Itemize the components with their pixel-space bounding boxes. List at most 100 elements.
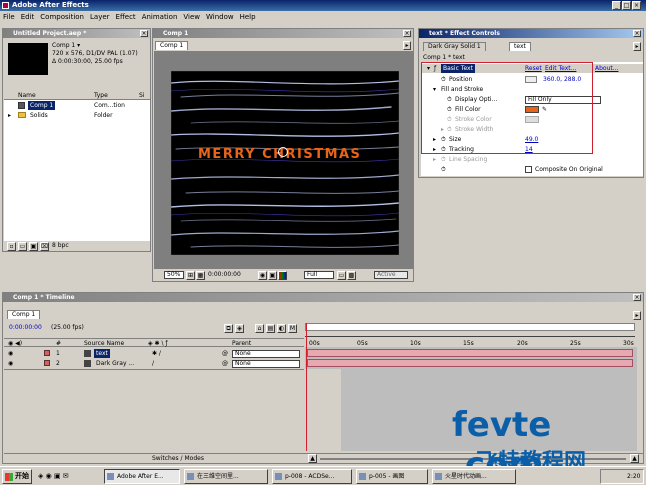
safe-zones-icon[interactable]: ⊞ bbox=[186, 271, 195, 280]
stopwatch-icon: ⏱ bbox=[441, 156, 446, 163]
layer-name[interactable]: Dark Gray ... bbox=[96, 359, 134, 368]
task-paint[interactable]: p-005 - 画图 bbox=[356, 469, 428, 484]
system-tray: 2:20 bbox=[600, 469, 644, 484]
menu-window[interactable]: Window bbox=[206, 11, 234, 23]
timeline-close-button[interactable]: × bbox=[633, 294, 641, 301]
grid-icon[interactable]: ▦ bbox=[196, 271, 205, 280]
task-3d-space[interactable]: 在三维空间里... bbox=[184, 469, 268, 484]
label-color-icon[interactable] bbox=[44, 360, 50, 366]
work-area-bar[interactable] bbox=[305, 323, 635, 331]
list-item[interactable]: Comp 1 Com...tion bbox=[4, 101, 150, 110]
menu-animation[interactable]: Animation bbox=[142, 11, 178, 23]
layer-name[interactable]: text bbox=[94, 349, 110, 358]
effect-controls-close-button[interactable]: × bbox=[633, 30, 641, 37]
new-folder-icon[interactable]: ▭ bbox=[18, 242, 27, 251]
resolution-dropdown[interactable]: Full bbox=[304, 271, 334, 279]
zoom-out-icon[interactable]: ▲ bbox=[308, 454, 317, 463]
parent-dropdown[interactable]: None bbox=[232, 360, 300, 368]
layer-columns-header: ◉ ◀) # Source Name ◈ ✱ \ ƒ Parent bbox=[4, 338, 304, 347]
current-time-indicator[interactable] bbox=[306, 323, 307, 451]
about-link[interactable]: About... bbox=[595, 64, 618, 73]
menu-layer[interactable]: Layer bbox=[90, 11, 110, 23]
snapshot-icon[interactable]: ◉ bbox=[258, 271, 267, 280]
switches-modes-toggle[interactable]: Switches / Modes bbox=[152, 454, 204, 463]
zoom-dropdown[interactable]: 50% bbox=[164, 271, 184, 279]
timeline-menu-arrow-icon[interactable]: ▸ bbox=[633, 311, 641, 320]
comp-menu-arrow-icon[interactable]: ▸ bbox=[403, 41, 411, 50]
layer-switches-icon[interactable]: / bbox=[152, 359, 154, 368]
col-parent[interactable]: Parent bbox=[232, 339, 251, 348]
eye-icon[interactable]: ◉ bbox=[8, 349, 13, 358]
close-button[interactable]: × bbox=[632, 1, 641, 10]
draft-3d-icon[interactable]: ◈ bbox=[235, 324, 244, 333]
comp-mini-flowchart-icon[interactable]: ⧉ bbox=[224, 324, 233, 333]
minimize-button[interactable]: _ bbox=[612, 1, 621, 10]
interpret-footage-icon[interactable]: ▫ bbox=[7, 242, 16, 251]
region-of-interest-icon[interactable]: ▭ bbox=[337, 271, 346, 280]
menu-edit[interactable]: Edit bbox=[21, 11, 35, 23]
timeline-title: Comp 1 * Timeline bbox=[13, 294, 75, 301]
layer-switches-icon[interactable]: ✱ / bbox=[152, 349, 161, 358]
show-snapshot-icon[interactable]: ▣ bbox=[268, 271, 277, 280]
channel-icon[interactable] bbox=[278, 271, 287, 280]
menu-file[interactable]: File bbox=[3, 11, 15, 23]
stopwatch-icon[interactable]: ⏱ bbox=[441, 165, 446, 174]
menu-view[interactable]: View bbox=[183, 11, 200, 23]
transparency-grid-icon[interactable]: ▩ bbox=[347, 271, 356, 280]
task-acdsee[interactable]: p-008 - ACDSe... bbox=[272, 469, 352, 484]
timeline-layer-row[interactable]: ◉ 2 Dark Gray ... / @ None bbox=[4, 359, 304, 368]
quick-launch-icons[interactable]: ◈ ◉ ▣ ✉ bbox=[38, 472, 69, 480]
start-button[interactable]: 开始 bbox=[2, 469, 32, 484]
task-after-effects[interactable]: Adobe After E... bbox=[104, 469, 180, 484]
trash-icon[interactable]: ⌧ bbox=[40, 242, 49, 251]
clock[interactable]: 2:20 bbox=[627, 473, 640, 480]
menu-composition[interactable]: Composition bbox=[40, 11, 84, 23]
app-title: Adobe After Effects bbox=[12, 1, 89, 9]
expand-arrow-icon[interactable]: ▸ bbox=[8, 111, 11, 120]
comp-close-button[interactable]: × bbox=[403, 30, 411, 37]
new-comp-icon[interactable]: ▣ bbox=[29, 242, 38, 251]
layer-duration-bar-solid[interactable] bbox=[307, 359, 633, 367]
project-close-button[interactable]: × bbox=[140, 30, 148, 37]
task-hxsd[interactable]: 火星时代动画... bbox=[432, 469, 516, 484]
hide-shy-layers-icon[interactable]: ⌂ bbox=[255, 324, 264, 333]
list-item[interactable]: ▸ Solids Folder bbox=[4, 111, 150, 120]
menu-effect[interactable]: Effect bbox=[116, 11, 136, 23]
timeline-timecode[interactable]: 0:00:00:00 bbox=[9, 323, 42, 332]
col-source-name[interactable]: Source Name bbox=[84, 339, 124, 348]
tick-10: 10s bbox=[410, 340, 421, 347]
tab-dark-gray-solid[interactable]: Dark Gray Solid 1 bbox=[423, 42, 486, 51]
tab-timeline-comp-1[interactable]: Comp 1 bbox=[7, 310, 41, 319]
graph-editor-icon[interactable]: M bbox=[288, 324, 297, 333]
bpc-label[interactable]: 8 bpc bbox=[52, 241, 69, 250]
tick-0: 00s bbox=[309, 340, 320, 347]
parent-dropdown[interactable]: None bbox=[232, 350, 300, 358]
label-color-icon[interactable] bbox=[44, 350, 50, 356]
comp-footer: 50% ⊞ ▦ 0:00:00:00 ◉ ▣ Full ▭ ▩ Active bbox=[154, 270, 413, 281]
layer-duration-bar-text[interactable] bbox=[307, 349, 633, 357]
text-anchor-crosshair-icon[interactable] bbox=[278, 147, 288, 157]
project-footer: ▫ ▭ ▣ ⌧ 8 bpc bbox=[5, 241, 150, 251]
col-size[interactable]: Si bbox=[139, 91, 144, 100]
camera-dropdown[interactable]: Active bbox=[374, 271, 408, 279]
tab-comp-1[interactable]: Comp 1 bbox=[155, 41, 189, 50]
effect-controls-title-bar: text * Effect Controls bbox=[419, 29, 643, 38]
frame-blending-icon[interactable]: ▤ bbox=[266, 324, 275, 333]
parent-pickwhip-icon[interactable]: @ bbox=[222, 359, 228, 368]
eye-icon[interactable]: ◉ bbox=[8, 359, 13, 368]
maximize-button[interactable]: □ bbox=[622, 1, 631, 10]
comp-timecode[interactable]: 0:00:00:00 bbox=[208, 270, 241, 279]
ruler-baseline bbox=[305, 336, 635, 337]
composite-checkbox[interactable] bbox=[525, 166, 532, 173]
tab-text[interactable]: text bbox=[509, 42, 531, 51]
menu-help[interactable]: Help bbox=[240, 11, 256, 23]
effect-menu-arrow-icon[interactable]: ▸ bbox=[633, 42, 641, 51]
col-type[interactable]: Type bbox=[94, 91, 108, 100]
start-label: 开始 bbox=[15, 472, 29, 480]
parent-pickwhip-icon[interactable]: @ bbox=[222, 349, 228, 358]
effect-controls-panel: text * Effect Controls × Dark Gray Solid… bbox=[418, 28, 644, 178]
timeline-layer-row[interactable]: ◉ 1 text ✱ / @ None bbox=[4, 349, 304, 358]
col-name[interactable]: Name bbox=[18, 91, 36, 100]
motion-blur-icon[interactable]: ◐ bbox=[277, 324, 286, 333]
window-controls: _ □ × bbox=[612, 1, 641, 10]
